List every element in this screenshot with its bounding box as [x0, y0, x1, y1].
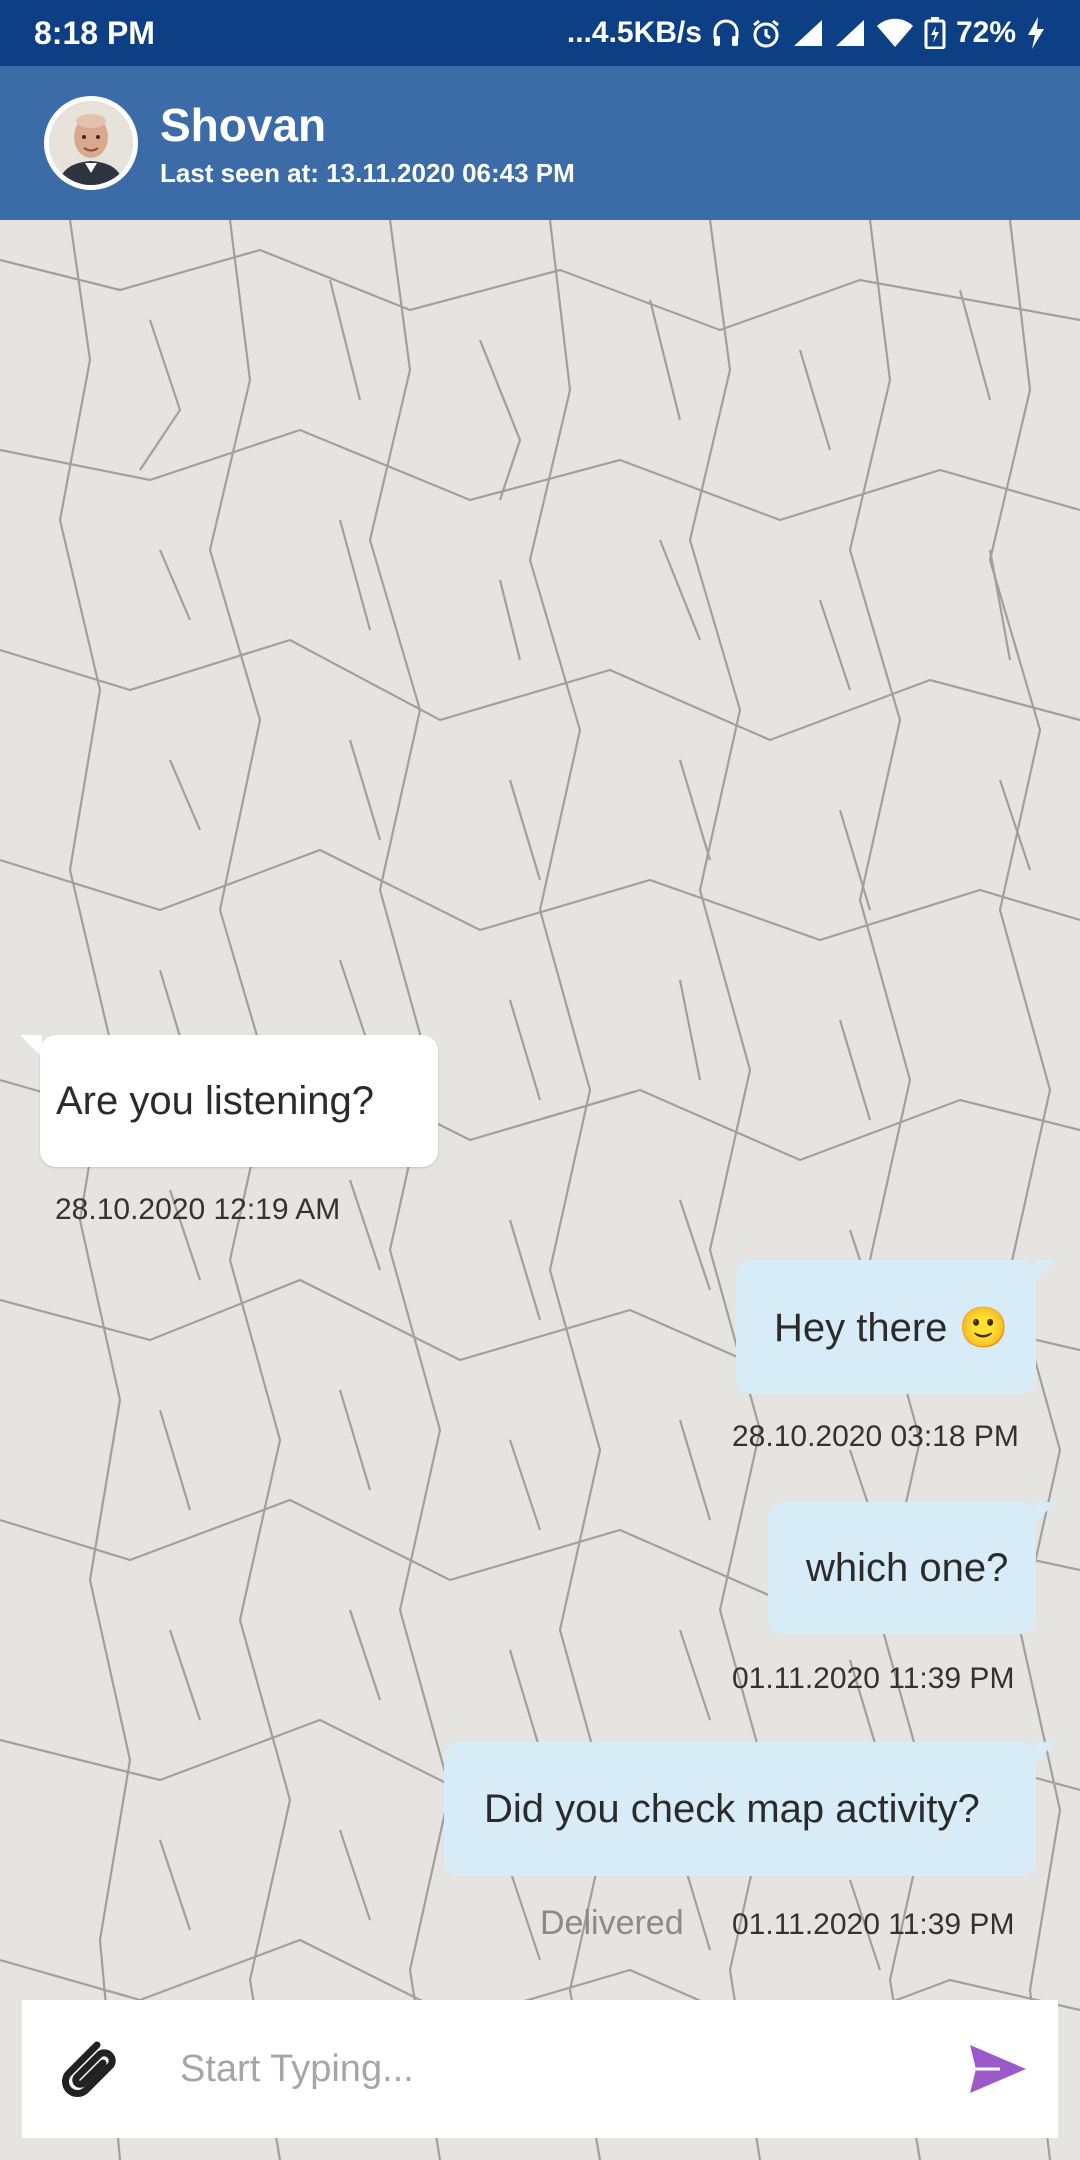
signal-icon-2 [834, 18, 866, 48]
status-icons: ...4.5KB/s 72% [567, 16, 1046, 50]
message-bubble-outgoing[interactable]: which one? [768, 1502, 1036, 1634]
message-bubble-incoming[interactable]: Are you listening? [40, 1035, 438, 1167]
charging-icon [1026, 17, 1046, 49]
chat-messages-area[interactable]: Are you listening? 28.10.2020 12:19 AM H… [0, 220, 1080, 2160]
message-text: Are you listening? [56, 1078, 374, 1123]
message-text: which one? [806, 1545, 1009, 1590]
message-timestamp: 28.10.2020 03:18 PM [732, 1420, 1019, 1453]
network-speed: ...4.5KB/s [566, 16, 702, 49]
avatar[interactable] [44, 96, 138, 190]
status-bar: 8:18 PM ...4.5KB/s 72% [0, 0, 1080, 66]
contact-name[interactable]: Shovan [160, 98, 575, 152]
message-composer [22, 2000, 1058, 2138]
last-seen-status: Last seen at: 13.11.2020 06:43 PM [160, 157, 575, 188]
message-bubble-outgoing[interactable]: Did you check map activity? [444, 1742, 1036, 1876]
wifi-icon [876, 18, 914, 48]
message-bubble-outgoing[interactable]: Hey there 🙂 [736, 1260, 1036, 1394]
message-timestamp: 01.11.2020 11:39 PM [732, 1662, 1015, 1695]
bubble-tail [1034, 1742, 1056, 1764]
delivery-status: Delivered [540, 1904, 684, 1942]
battery-icon [924, 17, 946, 49]
bubble-tail [1034, 1502, 1056, 1524]
alarm-icon [750, 17, 782, 49]
headphones-icon [712, 18, 740, 48]
signal-icon [792, 18, 824, 48]
status-time: 8:18 PM [34, 14, 155, 51]
bubble-tail [1034, 1260, 1056, 1282]
paperclip-icon[interactable] [44, 2024, 134, 2114]
bubble-tail [20, 1035, 42, 1057]
message-timestamp: 01.11.2020 11:39 PM [732, 1908, 1015, 1941]
message-text: Hey there 🙂 [774, 1305, 1009, 1350]
message-input[interactable] [180, 2047, 958, 2091]
battery-level: 72% [955, 16, 1016, 49]
send-icon[interactable] [958, 2029, 1038, 2109]
chat-header: Shovan Last seen at: 13.11.2020 06:43 PM [0, 66, 1080, 220]
message-text: Did you check map activity? [484, 1786, 980, 1831]
message-timestamp: 28.10.2020 12:19 AM [55, 1193, 341, 1226]
